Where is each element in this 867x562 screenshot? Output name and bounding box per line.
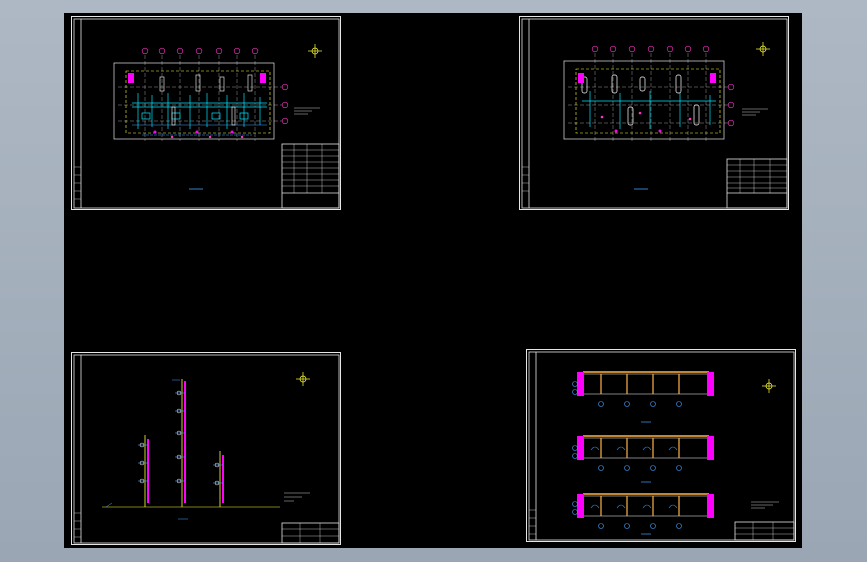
compass-crosshair-icon bbox=[762, 379, 776, 393]
cad-model-space[interactable] bbox=[64, 13, 802, 548]
riser-diagram bbox=[73, 354, 340, 544]
compass-crosshair-icon bbox=[296, 372, 310, 386]
plan-drawing-1 bbox=[73, 18, 340, 209]
plan-drawing-2 bbox=[521, 18, 788, 209]
compass-crosshair-icon bbox=[308, 44, 322, 58]
drawing-sheet-sections[interactable] bbox=[526, 349, 796, 542]
section-drawings bbox=[528, 351, 795, 541]
drawing-sheet-plan-2[interactable] bbox=[519, 16, 789, 210]
compass-crosshair-icon bbox=[756, 42, 770, 56]
drawing-sheet-riser[interactable] bbox=[71, 352, 341, 545]
drawing-sheet-plan-1[interactable] bbox=[71, 16, 341, 210]
